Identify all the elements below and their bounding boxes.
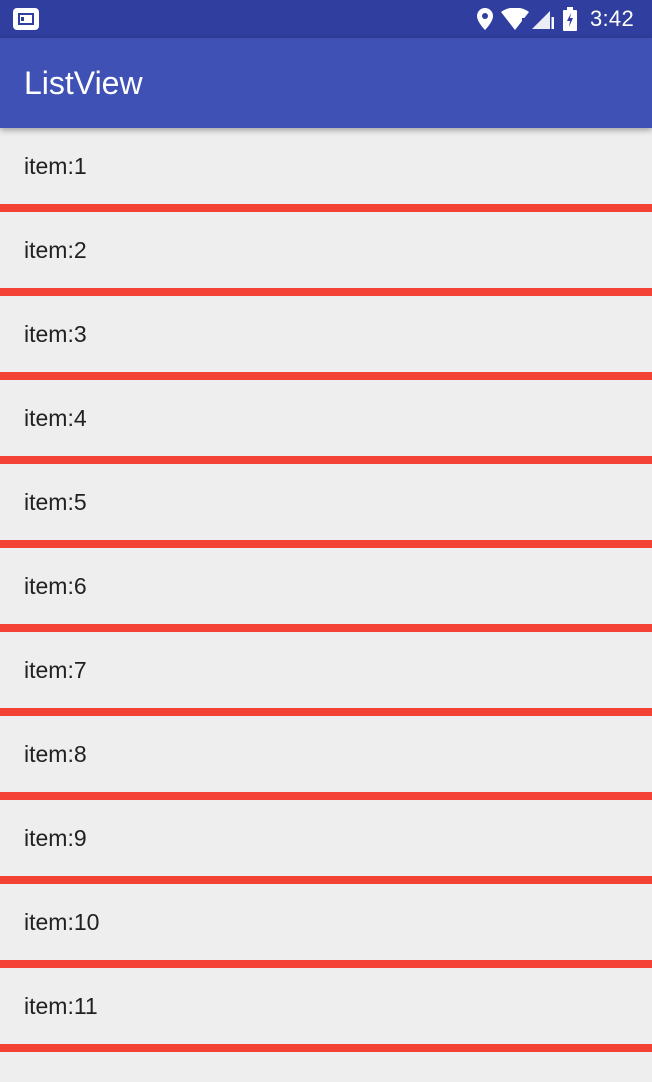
signal-icon: [530, 0, 556, 38]
list-item[interactable]: item:8: [0, 716, 652, 800]
status-bar: 3:42: [0, 0, 652, 38]
list-item[interactable]: item:11: [0, 968, 652, 1052]
list-item[interactable]: item:7: [0, 632, 652, 716]
list-item-label: item:2: [24, 237, 87, 263]
wifi-icon: [500, 0, 530, 38]
list-item[interactable]: item:4: [0, 380, 652, 464]
list-item-label: item:3: [24, 321, 87, 347]
list-item[interactable]: item:2: [0, 212, 652, 296]
list-item[interactable]: item:6: [0, 548, 652, 632]
list-item-label: item:1: [24, 153, 87, 179]
status-time: 3:42: [589, 6, 634, 31]
list-item-label: item:5: [24, 489, 87, 515]
list-item[interactable]: item:3: [0, 296, 652, 380]
battery-icon: [556, 0, 584, 38]
status-icons: 3:42: [470, 0, 652, 38]
list-item[interactable]: item:1: [0, 128, 652, 212]
location-pin-icon: [470, 0, 500, 38]
list-item[interactable]: item:10: [0, 884, 652, 968]
app-bar: ListView: [0, 38, 652, 128]
list-item-label: item:4: [24, 405, 87, 431]
notification-card-icon: [12, 7, 40, 31]
list-item-label: item:6: [24, 573, 87, 599]
list-item-label: item:11: [24, 993, 98, 1019]
list-item-label: item:8: [24, 741, 87, 767]
list-item-label: item:9: [24, 825, 87, 851]
list-item[interactable]: item:9: [0, 800, 652, 884]
screen: 3:42 ListView item:1 item:2 item:3 item:…: [0, 0, 652, 1082]
list-item-label: item:10: [24, 909, 100, 935]
list-item-label: item:7: [24, 657, 87, 683]
list-item[interactable]: [0, 1052, 652, 1082]
page-title: ListView: [24, 65, 143, 101]
list-item[interactable]: item:5: [0, 464, 652, 548]
list-view[interactable]: item:1 item:2 item:3 item:4 item:5 item:…: [0, 128, 652, 1082]
